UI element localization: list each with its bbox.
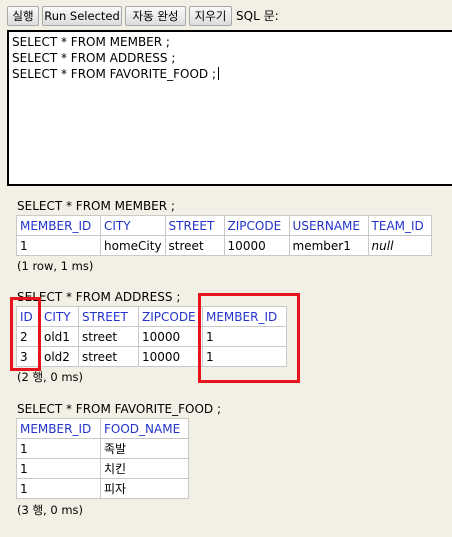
table-cell: 1 [16, 458, 101, 479]
column-header[interactable]: MEMBER_ID [16, 215, 101, 236]
column-header[interactable]: USERNAME [288, 215, 369, 236]
column-header[interactable]: CITY [100, 215, 166, 236]
table-row: 1 족발 [16, 438, 189, 459]
editor-line: SELECT * FROM FAVORITE_FOOD ; [12, 66, 449, 82]
table-cell: street [78, 326, 139, 347]
query-title-member: SELECT * FROM MEMBER ; [17, 199, 175, 213]
table-cell: 1 [16, 235, 101, 256]
table-cell: homeCity [100, 235, 166, 256]
column-header[interactable]: CITY [40, 306, 79, 327]
table-header-row: MEMBER_ID FOOD_NAME [16, 418, 189, 439]
result-table-favorite-food: MEMBER_ID FOOD_NAME 1 족발 1 치킨 1 피자 [16, 418, 189, 499]
table-cell: 10000 [138, 346, 203, 367]
table-row: 1 피자 [16, 478, 189, 499]
clear-button[interactable]: 지우기 [189, 6, 232, 26]
table-cell: street [78, 346, 139, 367]
column-header[interactable]: STREET [78, 306, 139, 327]
run-selected-button[interactable]: Run Selected [42, 6, 122, 26]
sql-statement-label: SQL 문: [236, 9, 279, 23]
table-cell: 1 [16, 478, 101, 499]
text-cursor [218, 67, 220, 80]
sql-editor[interactable]: SELECT * FROM MEMBER ; SELECT * FROM ADD… [7, 30, 452, 186]
table-cell: old2 [40, 346, 79, 367]
table-cell: 10000 [138, 326, 203, 347]
query-title-favorite-food: SELECT * FROM FAVORITE_FOOD ; [17, 402, 222, 416]
column-header[interactable]: ZIPCODE [223, 215, 290, 236]
table-header-row: MEMBER_ID CITY STREET ZIPCODE USERNAME T… [16, 215, 432, 236]
autocomplete-button[interactable]: 자동 완성 [125, 6, 186, 26]
result-meta-favorite-food: (3 행, 0 ms) [17, 503, 84, 517]
column-header[interactable]: TEAM_ID [367, 215, 432, 236]
result-meta-address: (2 행, 0 ms) [17, 370, 84, 384]
query-title-address: SELECT * FROM ADDRESS ; [17, 290, 181, 304]
highlight-box-id-column [10, 297, 41, 371]
results-panel: SELECT * FROM MEMBER ; MEMBER_ID CITY ST… [0, 186, 452, 537]
column-header[interactable]: MEMBER_ID [16, 418, 101, 439]
column-header[interactable]: STREET [164, 215, 225, 236]
column-header[interactable]: FOOD_NAME [100, 418, 189, 439]
table-cell: 족발 [100, 438, 189, 459]
table-cell: street [164, 235, 225, 256]
result-table-member: MEMBER_ID CITY STREET ZIPCODE USERNAME T… [16, 215, 432, 256]
editor-line: SELECT * FROM ADDRESS ; [12, 51, 176, 65]
result-meta-member: (1 row, 1 ms) [17, 259, 94, 273]
table-cell: 1 [16, 438, 101, 459]
table-cell: old1 [40, 326, 79, 347]
run-button[interactable]: 실행 [7, 6, 39, 26]
table-cell: member1 [288, 235, 369, 256]
table-cell: 치킨 [100, 458, 189, 479]
table-cell-null: null [367, 235, 432, 256]
highlight-box-member-id-column [198, 293, 300, 383]
table-row: 1 치킨 [16, 458, 189, 479]
column-header[interactable]: ZIPCODE [138, 306, 203, 327]
toolbar: 실행 Run Selected 자동 완성 지우기 SQL 문: [0, 0, 452, 30]
table-cell: 피자 [100, 478, 189, 499]
table-cell: 10000 [223, 235, 290, 256]
editor-line: SELECT * FROM MEMBER ; [12, 35, 170, 49]
table-row: 1 homeCity street 10000 member1 null [16, 235, 432, 256]
